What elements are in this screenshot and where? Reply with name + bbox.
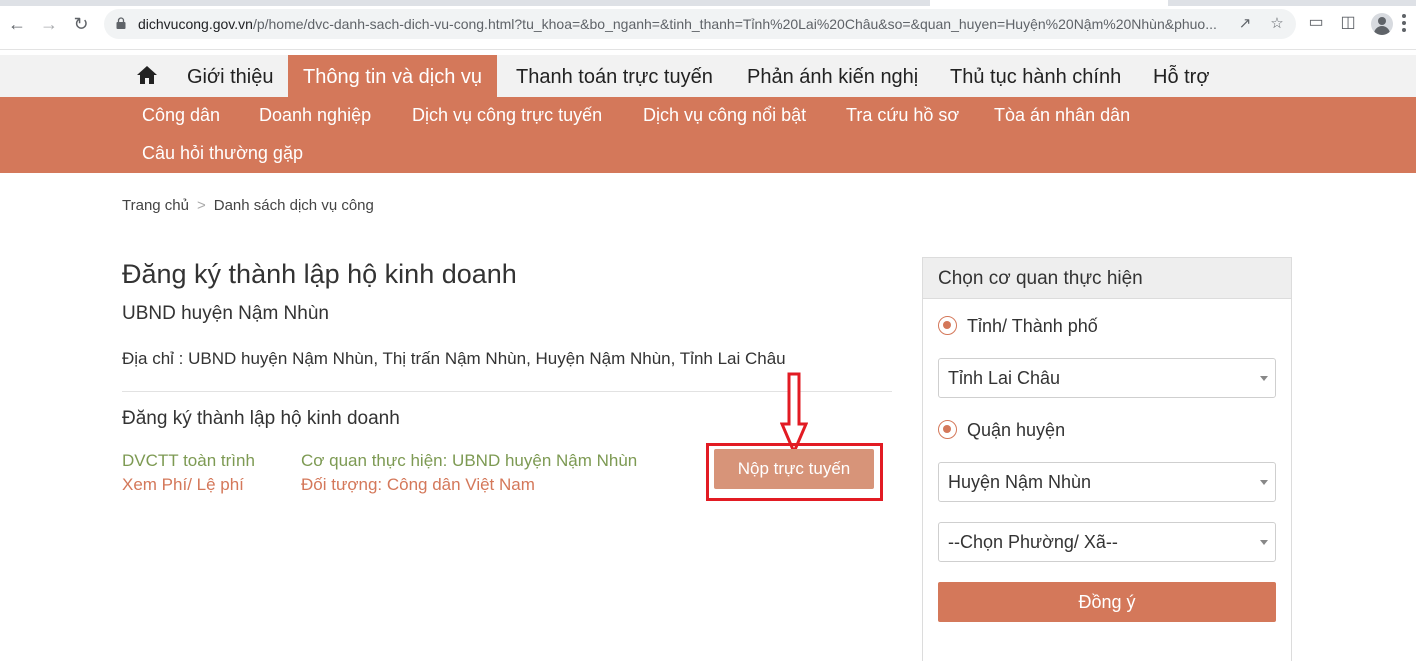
tab-strip: [0, 0, 1416, 6]
panel-header: Chọn cơ quan thực hiện: [923, 258, 1291, 299]
sub-nav: Công dân Doanh nghiệp Dịch vụ công trực …: [0, 97, 1416, 173]
content-divider: [122, 391, 892, 392]
url-path: /p/home/dvc-danh-sach-dich-vu-cong.html?…: [252, 16, 1217, 32]
province-select-value: Tỉnh Lai Châu: [948, 368, 1061, 388]
address-bar[interactable]: dichvucong.gov.vn/p/home/dvc-danh-sach-d…: [104, 9, 1296, 39]
ward-select[interactable]: --Chọn Phường/ Xã--: [938, 522, 1276, 562]
radio-province[interactable]: Tỉnh/ Thành phố: [938, 316, 1098, 337]
ward-select-value: --Chọn Phường/ Xã--: [948, 532, 1118, 552]
share-icon[interactable]: ↗: [1236, 15, 1254, 33]
browser-toolbar: ← → ↻ dichvucong.gov.vn/p/home/dvc-danh-…: [0, 0, 1416, 50]
district-select[interactable]: Huyện Nậm Nhùn: [938, 462, 1276, 502]
province-select[interactable]: Tỉnh Lai Châu: [938, 358, 1276, 398]
radio-district-indicator[interactable]: [938, 420, 957, 439]
breadcrumb-home[interactable]: Trang chủ: [122, 197, 189, 214]
chevron-down-icon: [1260, 480, 1268, 485]
home-icon[interactable]: [136, 65, 158, 85]
url-host: dichvucong.gov.vn: [138, 16, 253, 32]
service-level-label: DVCTT toàn trình: [122, 451, 255, 470]
radio-province-indicator[interactable]: [938, 316, 957, 335]
forward-arrow-icon[interactable]: →: [37, 12, 61, 36]
subnav-item-tra-cuu[interactable]: Tra cứu hồ sơ: [846, 105, 959, 126]
agree-button[interactable]: Đồng ý: [938, 582, 1276, 622]
main-nav: Giới thiệu Thông tin và dịch vụ Thanh to…: [0, 55, 1416, 97]
executing-agency-label: Cơ quan thực hiện: UBND huyện Nậm Nhùn: [301, 451, 638, 470]
breadcrumb-current: Danh sách dịch vụ công: [213, 197, 374, 214]
radio-district[interactable]: Quận huyện: [938, 420, 1065, 441]
breadcrumb: Trang chủ > Danh sách dịch vụ công: [122, 197, 374, 214]
reload-icon[interactable]: ↻: [69, 12, 93, 36]
menu-icon[interactable]: [1402, 14, 1406, 32]
annotation-down-arrow-icon: [780, 372, 808, 454]
agency-name: UBND huyện Nậm Nhùn: [122, 303, 329, 324]
url-text: dichvucong.gov.vn/p/home/dvc-danh-sach-d…: [138, 16, 1228, 32]
nav-item-thu-tuc[interactable]: Thủ tục hành chính: [950, 55, 1121, 97]
agency-address: Địa chỉ : UBND huyện Nậm Nhùn, Thị trấn …: [122, 349, 786, 368]
active-tab[interactable]: [930, 0, 1168, 6]
subnav-item-cong-dan[interactable]: Công dân: [142, 105, 220, 126]
nav-item-ho-tro[interactable]: Hỗ trợ: [1153, 55, 1209, 97]
side-panel-icon[interactable]: ◫: [1338, 13, 1358, 33]
subnav-item-dvc-truc-tuyen[interactable]: Dịch vụ công trực tuyến: [412, 105, 602, 126]
subnav-item-cau-hoi[interactable]: Câu hỏi thường gặp: [142, 143, 303, 164]
target-group-label: Đối tượng: Công dân Việt Nam: [301, 475, 535, 494]
nav-item-thong-tin-dich-vu[interactable]: Thông tin và dịch vụ: [288, 55, 497, 97]
breadcrumb-separator: >: [196, 197, 206, 214]
procedure-title[interactable]: Đăng ký thành lập hộ kinh doanh: [122, 408, 400, 430]
lock-icon: [116, 17, 126, 29]
nav-item-gioi-thieu[interactable]: Giới thiệu: [187, 55, 273, 97]
chevron-down-icon: [1260, 376, 1268, 381]
panel-heading: Chọn cơ quan thực hiện: [938, 268, 1143, 289]
chevron-down-icon: [1260, 540, 1268, 545]
nav-item-thanh-toan[interactable]: Thanh toán trực tuyến: [516, 55, 713, 97]
subnav-item-dvc-noi-bat[interactable]: Dịch vụ công nổi bật: [643, 105, 806, 126]
page-title: Đăng ký thành lập hộ kinh doanh: [122, 259, 517, 289]
subnav-item-doanh-nghiep[interactable]: Doanh nghiệp: [259, 105, 371, 126]
profile-icon[interactable]: [1371, 13, 1393, 35]
star-icon[interactable]: ☆: [1268, 15, 1286, 33]
fees-link[interactable]: Xem Phí/ Lệ phí: [122, 475, 244, 495]
back-arrow-icon[interactable]: ←: [5, 12, 29, 36]
district-select-value: Huyện Nậm Nhùn: [948, 472, 1092, 492]
submit-online-button[interactable]: Nộp trực tuyến: [714, 449, 874, 489]
subnav-item-toa-an[interactable]: Tòa án nhân dân: [994, 105, 1130, 126]
nav-item-phan-anh[interactable]: Phản ánh kiến nghị: [747, 55, 918, 97]
radio-district-label: Quận huyện: [967, 420, 1066, 440]
extensions-icon[interactable]: ▭: [1306, 13, 1326, 33]
radio-province-label: Tỉnh/ Thành phố: [967, 316, 1098, 336]
